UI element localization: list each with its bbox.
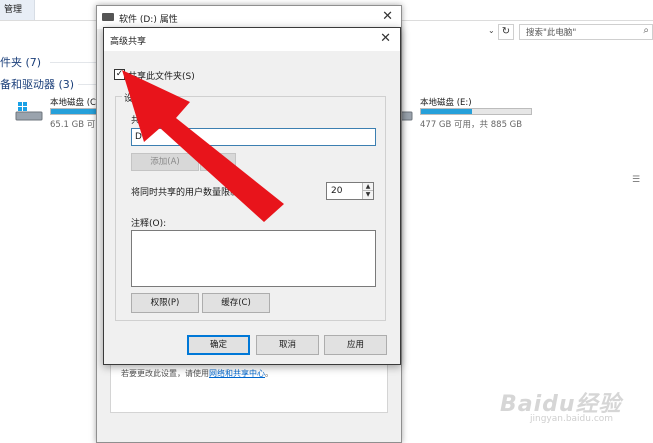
- refresh-icon[interactable]: ↻: [498, 24, 514, 40]
- drive-free-space: 65.1 GB 可: [50, 120, 96, 130]
- close-icon[interactable]: ✕: [380, 31, 391, 46]
- search-placeholder: 搜索"此电脑": [526, 28, 577, 38]
- user-limit-value: 20: [331, 186, 343, 196]
- add-button[interactable]: 添加(A): [131, 153, 199, 171]
- caching-button[interactable]: 缓存(C): [202, 293, 270, 313]
- hard-drive-icon: [15, 102, 43, 121]
- group-divider: [50, 62, 96, 63]
- permissions-button[interactable]: 权限(P): [131, 293, 199, 313]
- share-name-label: 共享名(: [131, 116, 162, 126]
- drive-free-space: 477 GB 可用，共 885 GB: [420, 120, 523, 130]
- spin-up-icon[interactable]: ▲: [362, 183, 373, 191]
- advanced-sharing-dialog: 高级共享 ✕ ✓ 共享此文件夹(S) 设置 共享名( D 添加(A) 删除 将同…: [103, 27, 401, 365]
- drive-usage-fill: [421, 109, 472, 114]
- share-folder-label[interactable]: 共享此文件夹(S): [128, 69, 195, 82]
- group-header-folders[interactable]: 件夹 (7): [0, 54, 41, 70]
- close-icon[interactable]: ✕: [382, 9, 393, 24]
- dialog-titlebar: 高级共享 ✕: [104, 28, 400, 51]
- sharing-note: 若要更改此设置，请使用网络和共享中心。: [121, 368, 273, 379]
- share-name-input[interactable]: D: [131, 128, 376, 146]
- user-limit-label: 将同时共享的用户数量限制为: [131, 188, 249, 198]
- drive-title-icon: [102, 13, 114, 21]
- sharing-note-panel: 若要更改此设置，请使用网络和共享中心。: [110, 363, 388, 413]
- spin-down-icon[interactable]: ▼: [362, 191, 373, 199]
- properties-title: 软件 (D:) 属性: [119, 15, 178, 25]
- group-divider: [78, 84, 96, 85]
- ok-button[interactable]: 确定: [187, 335, 250, 355]
- network-sharing-center-link[interactable]: 网络和共享中心: [209, 369, 265, 378]
- settings-group: 设置 共享名( D 添加(A) 删除 将同时共享的用户数量限制为 20 ▲ ▼ …: [115, 91, 386, 321]
- sharing-note-text: 若要更改此设置，请使用: [121, 369, 209, 378]
- remove-button[interactable]: 删除: [200, 153, 236, 171]
- settings-legend: 设置: [122, 91, 145, 104]
- comment-textarea[interactable]: [131, 230, 376, 287]
- address-dropdown-icon[interactable]: ⌄: [488, 26, 495, 35]
- drive-usage-bar: [420, 108, 532, 115]
- user-limit-stepper[interactable]: 20 ▲ ▼: [326, 182, 374, 200]
- search-icon[interactable]: ⌕: [643, 25, 649, 36]
- ribbon-tab-manage[interactable]: 管理: [0, 0, 35, 20]
- search-input[interactable]: 搜索"此电脑" ⌕: [519, 24, 653, 40]
- drive-name: 本地磁盘 (E:): [420, 98, 472, 108]
- comment-label: 注释(O):: [131, 219, 167, 229]
- group-header-devices[interactable]: 备和驱动器 (3): [0, 76, 74, 92]
- properties-titlebar: 软件 (D:) 属性 ✕: [97, 6, 401, 29]
- apply-button[interactable]: 应用: [324, 335, 387, 355]
- details-view-icon[interactable]: ☰: [632, 175, 640, 185]
- cancel-button[interactable]: 取消: [256, 335, 319, 355]
- dialog-title: 高级共享: [110, 37, 147, 47]
- drive-item-e[interactable]: 本地磁盘 (E:) 477 GB 可用，共 885 GB: [384, 96, 544, 130]
- drive-name: 本地磁盘 (C: [50, 98, 96, 108]
- sharing-note-end: 。: [265, 369, 273, 378]
- baidu-watermark-url: jingyan.baidu.com: [530, 414, 614, 424]
- share-folder-checkbox[interactable]: ✓: [114, 69, 125, 80]
